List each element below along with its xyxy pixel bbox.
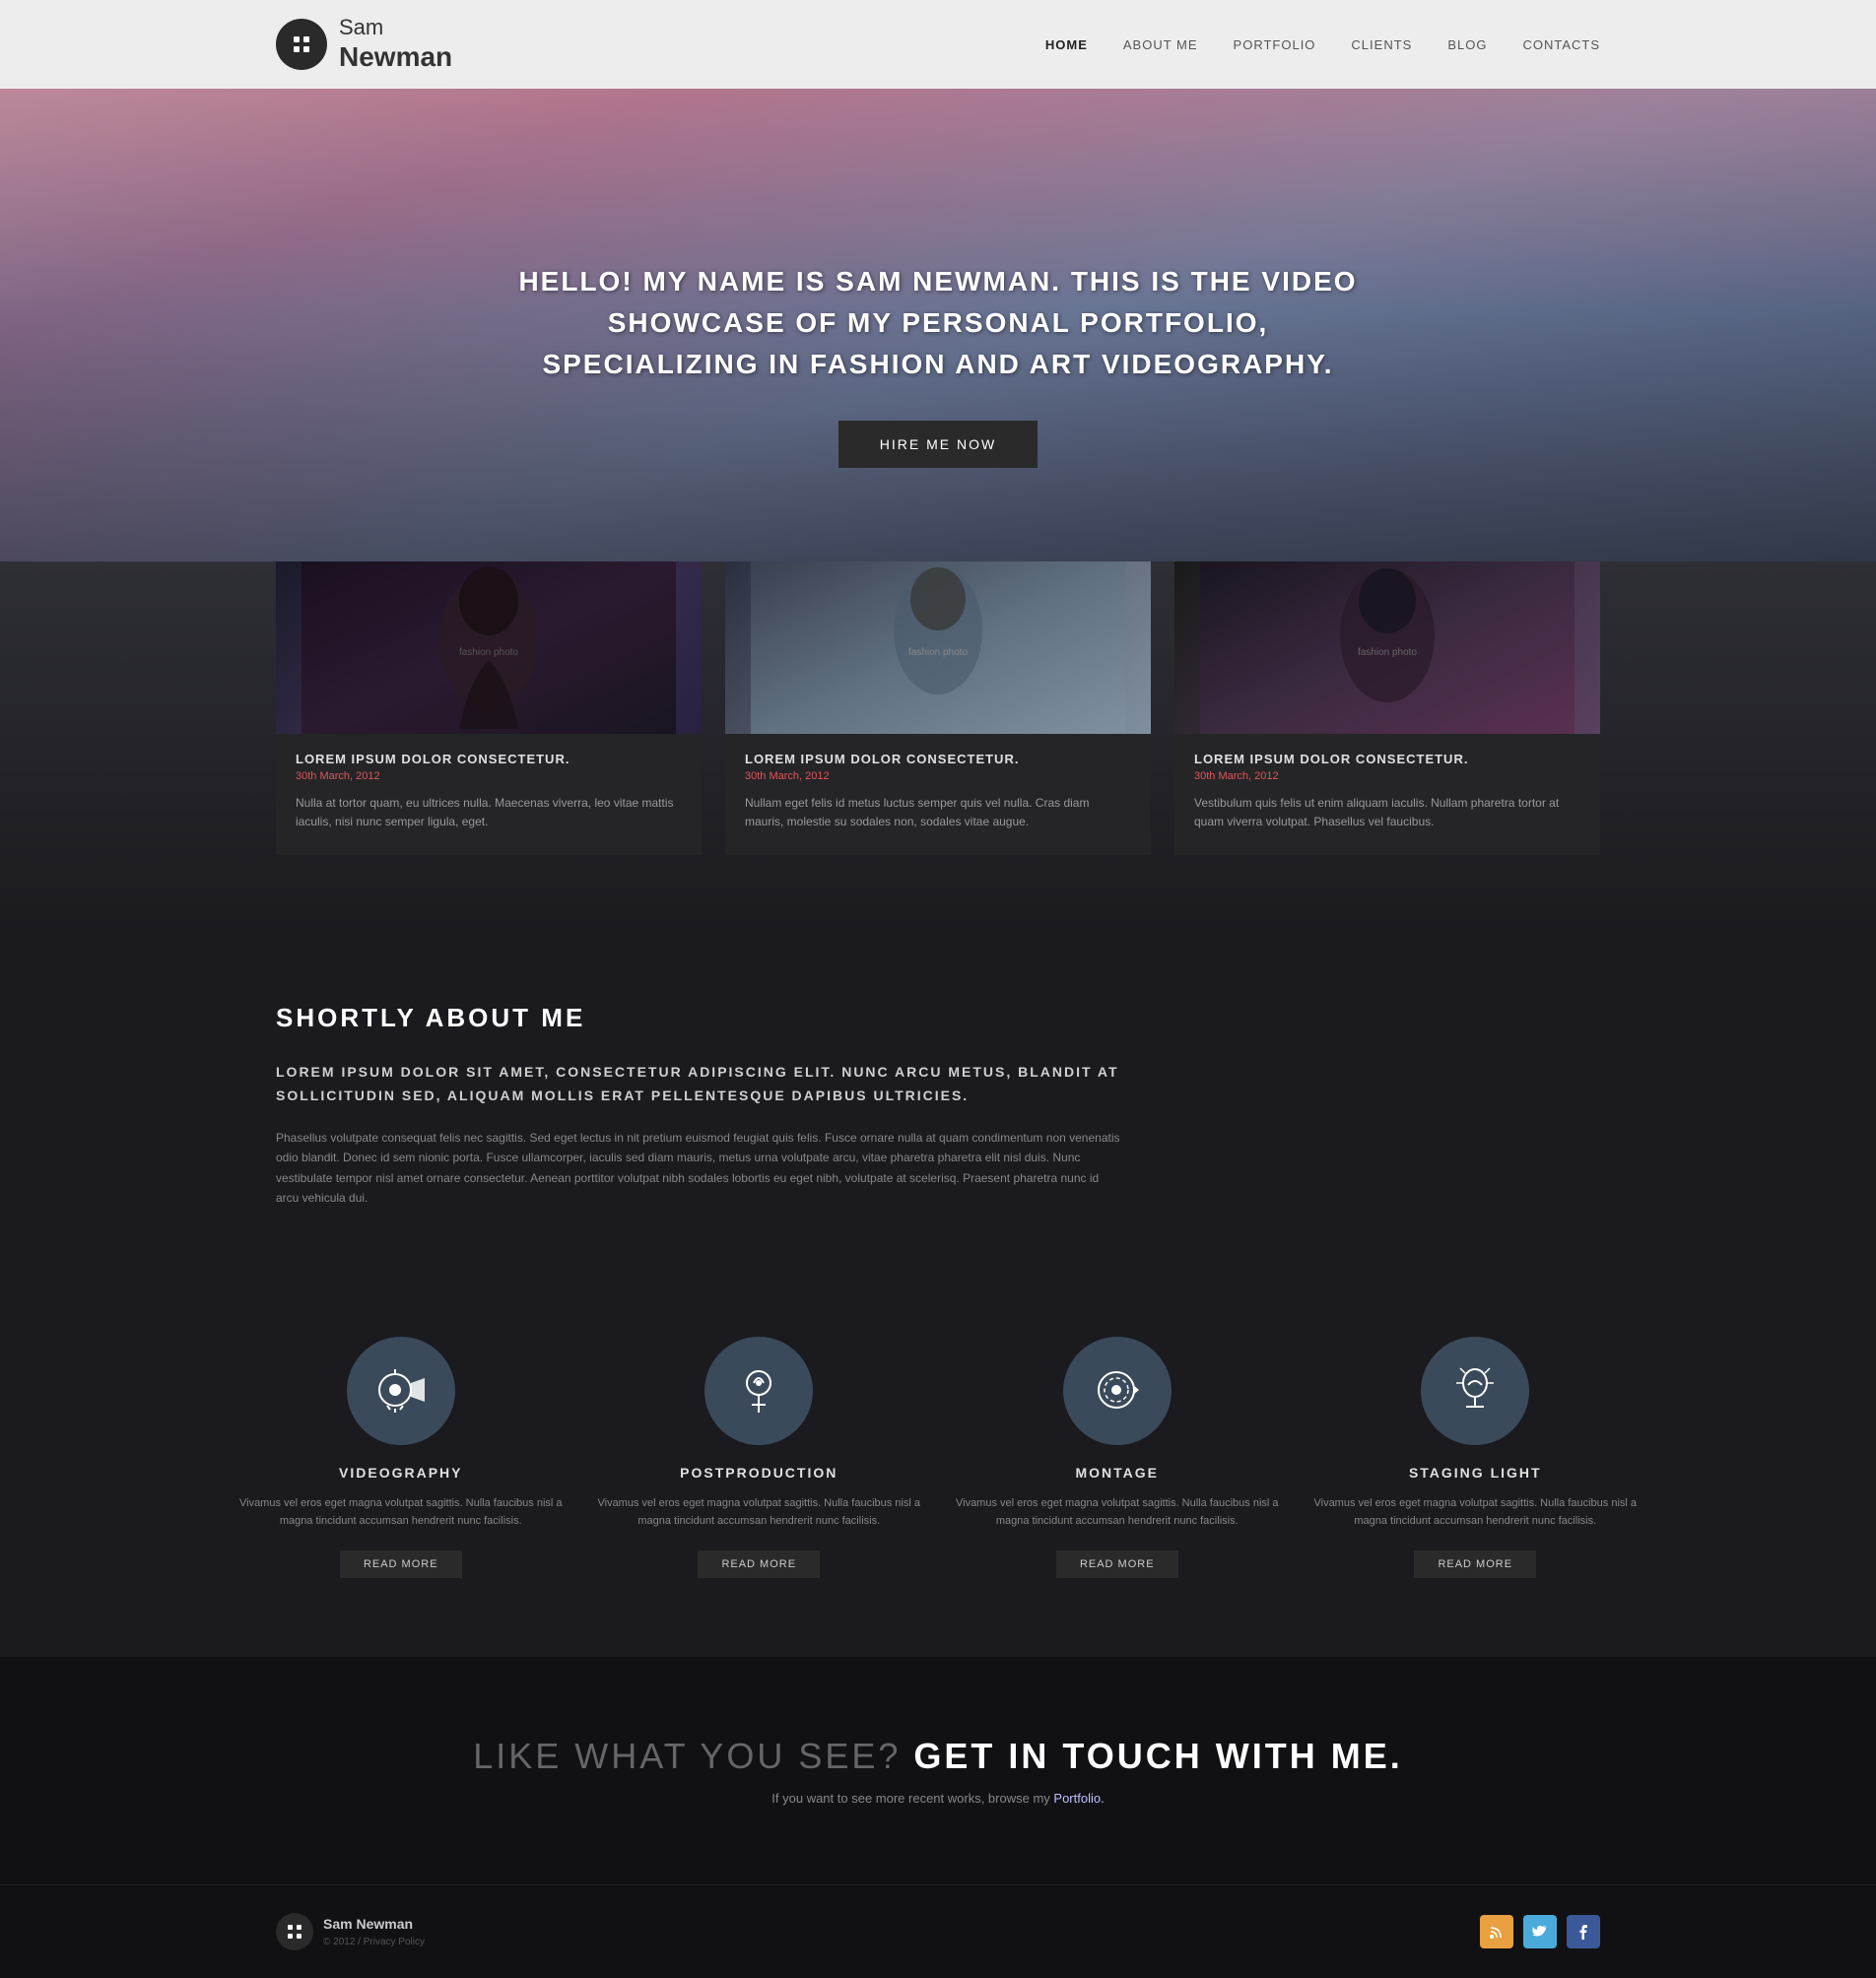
service-title-staging: STAGING LIGHT: [1311, 1465, 1641, 1481]
nav-portfolio[interactable]: PORTFOLIO: [1234, 37, 1316, 52]
service-title-montage: MONTAGE: [953, 1465, 1282, 1481]
about-heading: SHORTLY ABOUT ME: [276, 1003, 1600, 1033]
card-3: fashion photo LOREM IPSUM DOLOR CONSECTE…: [1174, 561, 1600, 855]
cta-title-light: LIKE WHAT YOU SEE?: [473, 1736, 901, 1776]
services-grid: VIDEOGRAPHY Vivamus vel eros eget magna …: [236, 1337, 1640, 1578]
card-1: fashion photo LOREM IPSUM DOLOR CONSECTE…: [276, 561, 702, 855]
footer-logo-svg: [286, 1923, 303, 1941]
service-text-staging: Vivamus vel eros eget magna volutpat sag…: [1311, 1494, 1641, 1531]
card-image-2: fashion photo: [725, 561, 1151, 734]
service-text-videography: Vivamus vel eros eget magna volutpat sag…: [236, 1494, 566, 1531]
card-body-2: LOREM IPSUM DOLOR CONSECTETUR. 30th Marc…: [725, 734, 1151, 855]
about-section: SHORTLY ABOUT ME LOREM IPSUM DOLOR SIT A…: [0, 934, 1876, 1286]
hire-me-button[interactable]: HIRE ME NOW: [838, 421, 1038, 468]
footer-social: [1480, 1915, 1600, 1948]
about-subtext: LOREM IPSUM DOLOR SIT AMET, CONSECTETUR …: [276, 1061, 1163, 1108]
cta-title: LIKE WHAT YOU SEE? GET IN TOUCH WITH ME.: [276, 1736, 1600, 1777]
facebook-icon: [1575, 1924, 1591, 1940]
logo-icon: [276, 19, 327, 70]
hero-content: HELLO! MY NAME IS SAM NEWMAN. THIS IS TH…: [495, 261, 1381, 468]
service-videography: VIDEOGRAPHY Vivamus vel eros eget magna …: [236, 1337, 566, 1578]
service-btn-montage[interactable]: READ MORE: [1056, 1550, 1178, 1578]
cta-title-bold: GET IN TOUCH WITH ME.: [913, 1736, 1402, 1776]
cards-grid: fashion photo LOREM IPSUM DOLOR CONSECTE…: [276, 561, 1600, 855]
card-text-2: Nullam eget felis id metus luctus semper…: [745, 794, 1131, 831]
svg-text:fashion photo: fashion photo: [908, 647, 968, 658]
card-2: fashion photo LOREM IPSUM DOLOR CONSECTE…: [725, 561, 1151, 855]
logo-firstname: Sam: [339, 15, 452, 40]
footer-logo: Sam Newman © 2012 / Privacy Policy: [276, 1913, 425, 1950]
services-section: VIDEOGRAPHY Vivamus vel eros eget magna …: [0, 1287, 1876, 1657]
service-montage: MONTAGE Vivamus vel eros eget magna volu…: [953, 1337, 1282, 1578]
videography-icon: [373, 1363, 428, 1418]
service-staging-light: STAGING LIGHT Vivamus vel eros eget magn…: [1311, 1337, 1641, 1578]
card-date-2: 30th March, 2012: [745, 770, 1131, 782]
card-body-3: LOREM IPSUM DOLOR CONSECTETUR. 30th Marc…: [1174, 734, 1600, 855]
montage-icon-wrap: [1063, 1337, 1172, 1445]
cta-sub-text: If you want to see more recent works, br…: [771, 1791, 1050, 1806]
site-header: Sam Newman HOME ABOUT ME PORTFOLIO CLIEN…: [0, 0, 1876, 89]
postproduction-icon-wrap: [704, 1337, 813, 1445]
card-date-3: 30th March, 2012: [1194, 770, 1580, 782]
footer-copyright: © 2012 / Privacy Policy: [323, 1936, 425, 1948]
staging-light-icon: [1448, 1363, 1503, 1418]
staging-light-icon-wrap: [1421, 1337, 1529, 1445]
service-btn-staging[interactable]: READ MORE: [1414, 1550, 1536, 1578]
montage-icon: [1090, 1363, 1144, 1418]
twitter-icon: [1532, 1924, 1548, 1940]
logo-lastname: Newman: [339, 40, 452, 74]
service-btn-videography[interactable]: READ MORE: [340, 1550, 462, 1578]
social-twitter-button[interactable]: [1523, 1915, 1557, 1948]
service-btn-postproduction[interactable]: READ MORE: [698, 1550, 820, 1578]
card-body-1: LOREM IPSUM DOLOR CONSECTETUR. 30th Marc…: [276, 734, 702, 855]
cta-portfolio-link[interactable]: Portfolio.: [1053, 1791, 1104, 1806]
rss-icon: [1489, 1924, 1505, 1940]
footer-logo-text: Sam Newman © 2012 / Privacy Policy: [323, 1915, 425, 1947]
svg-text:fashion photo: fashion photo: [1358, 647, 1417, 658]
postproduction-icon: [732, 1363, 786, 1418]
cta-section: LIKE WHAT YOU SEE? GET IN TOUCH WITH ME.…: [0, 1657, 1876, 1884]
nav-contacts[interactable]: CONTACTS: [1522, 37, 1600, 52]
hero-title: HELLO! MY NAME IS SAM NEWMAN. THIS IS TH…: [495, 261, 1381, 385]
service-title-videography: VIDEOGRAPHY: [236, 1465, 566, 1481]
about-body: Phasellus volutpate consequat felis nec …: [276, 1128, 1123, 1209]
hero-section: HELLO! MY NAME IS SAM NEWMAN. THIS IS TH…: [0, 89, 1876, 640]
nav-clients[interactable]: CLIENTS: [1351, 37, 1412, 52]
card-text-1: Nulla at tortor quam, eu ultrices nulla.…: [296, 794, 682, 831]
footer-logo-icon: [276, 1913, 313, 1950]
logo-text: Sam Newman: [339, 15, 452, 74]
nav-home[interactable]: HOME: [1045, 37, 1088, 52]
card-title-2: LOREM IPSUM DOLOR CONSECTETUR.: [745, 752, 1131, 766]
card-text-3: Vestibulum quis felis ut enim aliquam ia…: [1194, 794, 1580, 831]
card-image-1: fashion photo: [276, 561, 702, 734]
cards-section: fashion photo LOREM IPSUM DOLOR CONSECTE…: [0, 561, 1876, 934]
site-footer: Sam Newman © 2012 / Privacy Policy: [0, 1884, 1876, 1978]
service-text-montage: Vivamus vel eros eget magna volutpat sag…: [953, 1494, 1282, 1531]
card-title-3: LOREM IPSUM DOLOR CONSECTETUR.: [1194, 752, 1580, 766]
nav-about[interactable]: ABOUT ME: [1123, 37, 1198, 52]
footer-name: Sam Newman: [323, 1915, 425, 1933]
card-date-1: 30th March, 2012: [296, 770, 682, 782]
card-title-1: LOREM IPSUM DOLOR CONSECTETUR.: [296, 752, 682, 766]
main-nav: HOME ABOUT ME PORTFOLIO CLIENTS BLOG CON…: [1045, 37, 1600, 52]
social-facebook-button[interactable]: [1567, 1915, 1600, 1948]
cta-subtitle: If you want to see more recent works, br…: [276, 1791, 1600, 1806]
service-title-postproduction: POSTPRODUCTION: [595, 1465, 924, 1481]
logo-svg: [291, 33, 312, 55]
videography-icon-wrap: [347, 1337, 455, 1445]
social-rss-button[interactable]: [1480, 1915, 1513, 1948]
card-image-3: fashion photo: [1174, 561, 1600, 734]
logo: Sam Newman: [276, 15, 452, 74]
service-postproduction: POSTPRODUCTION Vivamus vel eros eget mag…: [595, 1337, 924, 1578]
svg-text:fashion photo: fashion photo: [459, 647, 518, 658]
nav-blog[interactable]: BLOG: [1447, 37, 1487, 52]
service-text-postproduction: Vivamus vel eros eget magna volutpat sag…: [595, 1494, 924, 1531]
